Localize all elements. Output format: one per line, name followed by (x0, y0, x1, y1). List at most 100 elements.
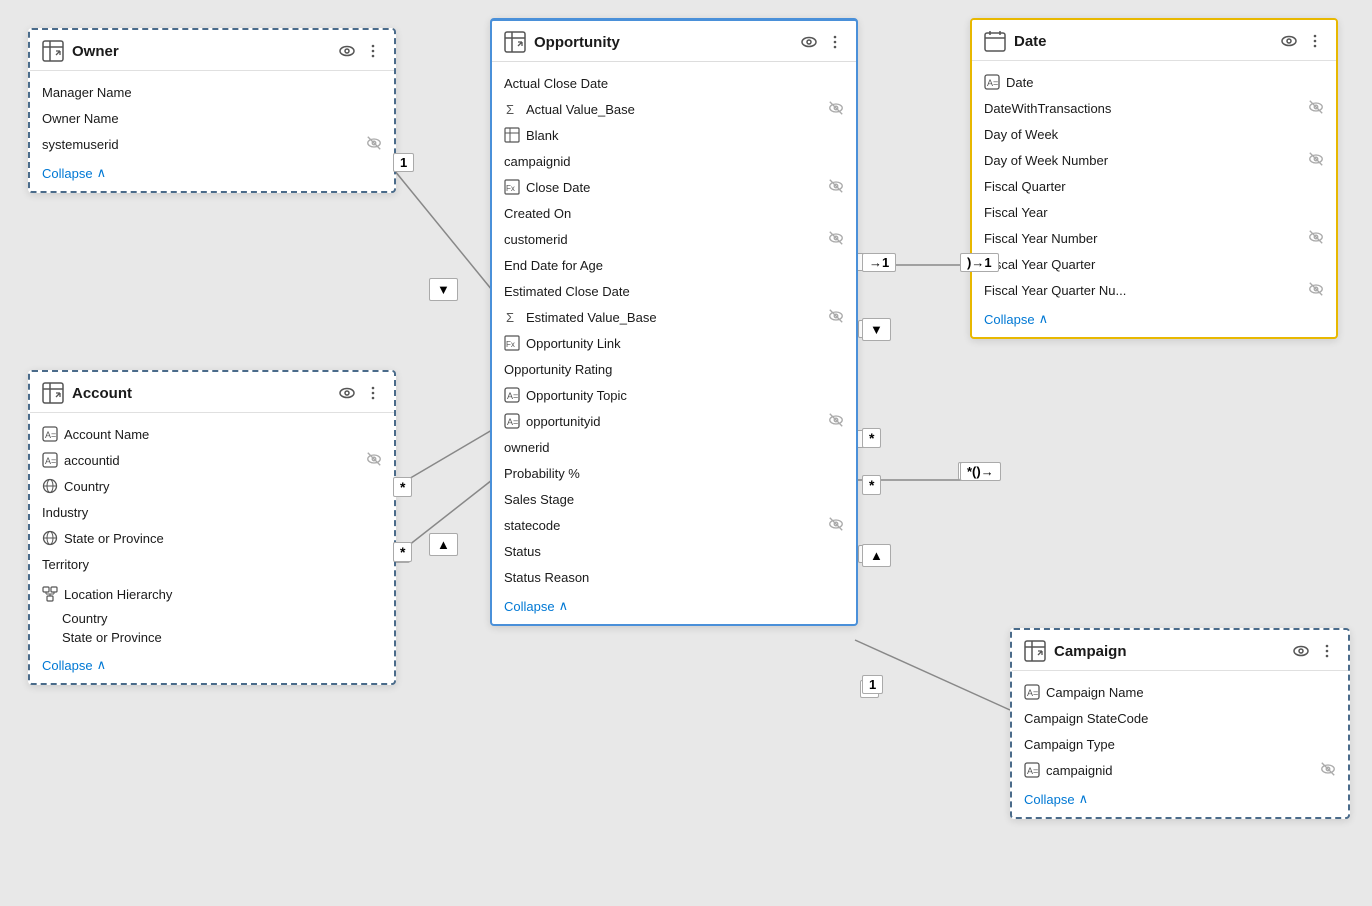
owner-systemuserid: systemuserid (42, 137, 360, 152)
account-accountid: accountid (64, 453, 360, 468)
campaign-collapse-label: Collapse (1024, 792, 1075, 807)
list-item: Fiscal Year Number (972, 225, 1336, 251)
account-collapse-label: Collapse (42, 658, 93, 673)
date-card-body: A= Date DateWithTransactions Day of Week (972, 61, 1336, 303)
campaign-id-text-icon: A= (1024, 762, 1040, 778)
opp-customerid: customerid (504, 232, 822, 247)
opp-statecode-hidden-icon (828, 516, 844, 535)
campaign-more-icon[interactable] (1318, 642, 1336, 660)
date-fyqnum-hidden-icon (1308, 281, 1324, 300)
opportunity-collapse[interactable]: Collapse ∧ (492, 590, 856, 624)
opp-sigma-icon: Σ (504, 101, 520, 117)
account-country-globe-icon (42, 478, 58, 494)
list-item: Opportunity Rating (492, 356, 856, 382)
list-item: Fx Opportunity Link (492, 330, 856, 356)
list-item: customerid (492, 226, 856, 252)
list-item: Day of Week Number (972, 147, 1336, 173)
opportunity-visibility-icon[interactable] (800, 33, 818, 51)
campaign-name-text-icon: A= (1024, 684, 1040, 700)
account-table-icon (42, 382, 64, 404)
rel-connector-owner-down: ▼ (429, 278, 458, 301)
account-hier-country: Country (62, 609, 382, 628)
list-item: Manager Name (30, 79, 394, 105)
owner-manager-name: Manager Name (42, 85, 382, 100)
rel-date-opp-1: )→1 (960, 253, 999, 272)
campaign-visibility-icon[interactable] (1292, 642, 1310, 660)
account-card: Account (28, 370, 396, 685)
owner-table-icon (42, 40, 64, 62)
list-item: Territory (30, 551, 394, 577)
opp-ownerid: ownerid (504, 440, 844, 455)
date-fiscal-year-quarter-num: Fiscal Year Quarter Nu... (984, 283, 1302, 298)
owner-visibility-icon[interactable] (338, 42, 356, 60)
opportunity-collapse-chevron-icon: ∧ (559, 598, 569, 614)
account-location-hierarchy: Location Hierarchy (64, 587, 382, 602)
opp-actual-close-date: Actual Close Date (504, 76, 844, 91)
opportunity-card-body: Actual Close Date Σ Actual Value_Base (492, 62, 856, 590)
date-card-header: Date (972, 20, 1336, 61)
campaign-statecode: Campaign StateCode (1024, 711, 1336, 726)
opp-created-on: Created On (504, 206, 844, 221)
opp-estimated-value-base: Estimated Value_Base (526, 310, 822, 325)
campaign-table-icon (1024, 640, 1046, 662)
rel-account-star-top: * (393, 477, 412, 497)
account-card-body: A= Account Name A= accountid (30, 413, 394, 649)
list-item: A= Date (972, 69, 1336, 95)
opp-id-text-icon: A= (504, 413, 520, 429)
campaign-id-hidden-icon (1320, 761, 1336, 780)
opp-blank: Blank (526, 128, 844, 143)
list-item: ownerid (492, 434, 856, 460)
list-item: Location Hierarchy (30, 581, 394, 607)
owner-card: Owner M (28, 28, 396, 193)
owner-collapse[interactable]: Collapse ∧ (30, 157, 394, 191)
date-day-of-week: Day of Week (984, 127, 1324, 142)
date-fiscal-year-number: Fiscal Year Number (984, 231, 1302, 246)
list-item: Σ Actual Value_Base (492, 96, 856, 122)
owner-collapse-label: Collapse (42, 166, 93, 181)
list-item: Fiscal Year Quarter (972, 251, 1336, 277)
opportunity-more-icon[interactable] (826, 33, 844, 51)
owner-systemuserid-hidden-icon (366, 135, 382, 154)
opp-close-date: Close Date (526, 180, 822, 195)
date-date-with-transactions: DateWithTransactions (984, 101, 1302, 116)
date-fiscal-year: Fiscal Year (984, 205, 1324, 220)
list-item: Campaign StateCode (1012, 705, 1348, 731)
account-more-icon[interactable] (364, 384, 382, 402)
svg-text:Σ: Σ (506, 102, 514, 117)
svg-text:Σ: Σ (506, 310, 514, 325)
list-item: Probability % (492, 460, 856, 486)
account-collapse[interactable]: Collapse ∧ (30, 649, 394, 683)
list-item: Fx Close Date (492, 174, 856, 200)
account-visibility-icon[interactable] (338, 384, 356, 402)
date-card: Date (970, 18, 1338, 339)
rel-date-arrow-dn: ▼ (862, 318, 891, 341)
opp-actual-value-base: Actual Value_Base (526, 102, 822, 117)
owner-header-actions (338, 42, 382, 60)
account-name-text-icon: A= (42, 426, 58, 442)
opportunity-card-header: Opportunity (492, 21, 856, 62)
campaign-collapse[interactable]: Collapse ∧ (1012, 783, 1348, 817)
list-item: Country State or Province (30, 607, 394, 649)
list-item: A= Account Name (30, 421, 394, 447)
opp-blank-table-icon (504, 127, 520, 143)
list-item: Σ Estimated Value_Base (492, 304, 856, 330)
date-collapse-label: Collapse (984, 312, 1035, 327)
date-collapse[interactable]: Collapse ∧ (972, 303, 1336, 337)
owner-more-icon[interactable] (364, 42, 382, 60)
date-more-icon[interactable] (1306, 32, 1324, 50)
date-visibility-icon[interactable] (1280, 32, 1298, 50)
list-item: Day of Week (972, 121, 1336, 147)
date-day-of-week-number: Day of Week Number (984, 153, 1302, 168)
list-item: Estimated Close Date (492, 278, 856, 304)
account-account-name: Account Name (64, 427, 382, 442)
opp-end-date-age: End Date for Age (504, 258, 844, 273)
opp-topic-text-icon: A= (504, 387, 520, 403)
svg-text:A=: A= (45, 456, 56, 466)
date-date-text-icon: A= (984, 74, 1000, 90)
account-hierarchy-icon (42, 586, 58, 602)
opp-actual-value-hidden-icon (828, 100, 844, 119)
list-item: Blank (492, 122, 856, 148)
opp-customerid-hidden-icon (828, 230, 844, 249)
opp-close-date-fx-icon: Fx (504, 179, 520, 195)
date-calendar-icon (984, 30, 1006, 52)
